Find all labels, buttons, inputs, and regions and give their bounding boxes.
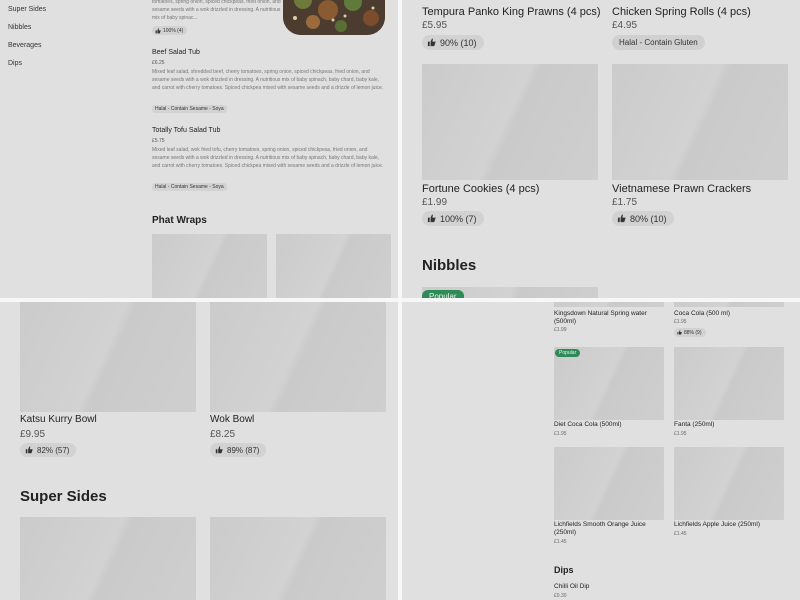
item-image-placeholder[interactable] [20,517,196,600]
item-price: £1.99 [554,327,567,333]
item-title[interactable]: Tempura Panko King Prawns (4 pcs) [422,6,601,18]
thumbs-up-icon [25,446,33,454]
item-image-placeholder[interactable] [210,302,386,412]
rating-text: 82% (57) [37,445,70,455]
item-title[interactable]: Lichfields Apple Juice (250ml) [674,521,784,529]
item-title[interactable]: Diet Coca Cola (500ml) [554,421,664,429]
item-price: £1.95 [674,431,687,437]
item-price: £8.25 [210,429,236,440]
item-image-placeholder[interactable] [20,302,196,412]
item-title[interactable]: Coca Cola (500 ml) [674,310,784,318]
thumbs-up-icon [427,214,436,223]
rating-badge: 100% (7) [422,211,484,226]
item-image-placeholder[interactable] [674,302,784,307]
item-image-placeholder[interactable] [674,347,784,420]
rating-badge: 100% (4) [152,26,188,35]
salad-photo [283,0,385,35]
panel-beverages: Kingsdown Natural Spring water (500ml) £… [402,302,800,600]
item-image-placeholder[interactable] [210,517,386,600]
rating-badge: 90% (10) [422,35,484,50]
item-price: £5.95 [422,20,448,31]
panel-sides: Tempura Panko King Prawns (4 pcs) £5.95 … [402,0,800,298]
item-image-placeholder[interactable] [554,447,664,520]
item-image-placeholder[interactable] [674,447,784,520]
sidebar-item-nibbles[interactable]: Nibbles [8,24,31,31]
item-image-placeholder[interactable] [554,347,664,420]
item-description: Mixed leaf salad, shredded beef, cherry … [152,69,384,92]
rating-badge: 89% (87) [210,443,267,457]
thumbs-up-icon [617,214,626,223]
item-title[interactable]: Vietnamese Prawn Crackers [612,183,751,195]
popular-badge: Popular [555,349,581,357]
rating-text: 80% (10) [630,213,667,224]
dietary-tag: Halal - Contain Sesame - Soya [152,105,227,113]
thumbs-up-icon [155,27,161,33]
item-description: tomatoes, spring onion, spiced chickpeas… [152,0,281,22]
dietary-tag: Halal - Contain Gluten [612,35,705,50]
thumbs-up-icon [427,38,436,47]
rating-badge: 82% (57) [20,443,77,457]
item-title[interactable]: Fanta (250ml) [674,421,784,429]
rating-text: 100% (7) [440,213,477,224]
item-price: £9.95 [20,429,46,440]
item-image-placeholder[interactable] [612,64,788,180]
item-price: £1.75 [612,197,638,208]
section-heading: Nibbles [422,257,477,274]
item-price: £6.25 [152,60,165,66]
item-price: £1.95 [554,431,567,437]
item-price: £4.95 [612,20,638,31]
item-price: £1.45 [674,531,687,537]
item-price: £0.30 [554,593,567,599]
rating-text: 89% (87) [227,445,260,455]
dietary-tag: Halal - Contain Sesame - Soya [152,183,227,191]
rating-text: 88% (9) [684,329,702,336]
section-heading: Phat Wraps [152,215,207,226]
item-price: £1.95 [674,319,687,325]
item-price: £5.75 [152,138,165,144]
panel-bowls: Katsu Kurry Bowl £9.95 82% (57) Wok Bowl… [0,302,398,600]
item-title[interactable]: Wok Bowl [210,414,254,425]
sidebar-item-super-sides[interactable]: Super Sides [8,6,46,13]
item-title[interactable]: Fortune Cookies (4 pcs) [422,183,539,195]
thumbs-up-icon [677,330,682,335]
item-title[interactable]: Lichfields Smooth Orange Juice (250ml) [554,521,664,537]
item-title[interactable]: Totally Tofu Salad Tub [152,127,220,134]
split-divider-horizontal [0,298,800,302]
popular-badge: Popular [422,290,464,298]
item-image-placeholder[interactable] [554,302,664,307]
panel-salads: Super Sides Nibbles Beverages Dips tomat… [0,0,398,298]
item-price: £1.45 [554,539,567,545]
item-image-placeholder[interactable] [152,234,267,298]
item-price: £1.99 [422,197,448,208]
rating-badge: 88% (9) [674,328,706,337]
sidebar-item-beverages[interactable]: Beverages [8,42,41,49]
item-description: Mixed leaf salad, wok fried tofu, cherry… [152,147,384,170]
section-heading: Super Sides [20,488,107,505]
rating-badge: 80% (10) [612,211,674,226]
thumbs-up-icon [215,446,223,454]
item-image-placeholder[interactable] [422,64,598,180]
rating-text: 100% (4) [163,27,184,34]
item-image-placeholder[interactable] [276,234,391,298]
item-title[interactable]: Beef Salad Tub [152,49,200,56]
item-title[interactable]: Katsu Kurry Bowl [20,414,97,425]
item-title[interactable]: Kingsdown Natural Spring water (500ml) [554,310,664,326]
item-title[interactable]: Chilli Oil Dip [554,583,589,591]
sidebar-item-dips[interactable]: Dips [8,60,22,67]
section-heading: Dips [554,565,574,575]
rating-text: 90% (10) [440,37,477,48]
item-title[interactable]: Chicken Spring Rolls (4 pcs) [612,6,751,18]
